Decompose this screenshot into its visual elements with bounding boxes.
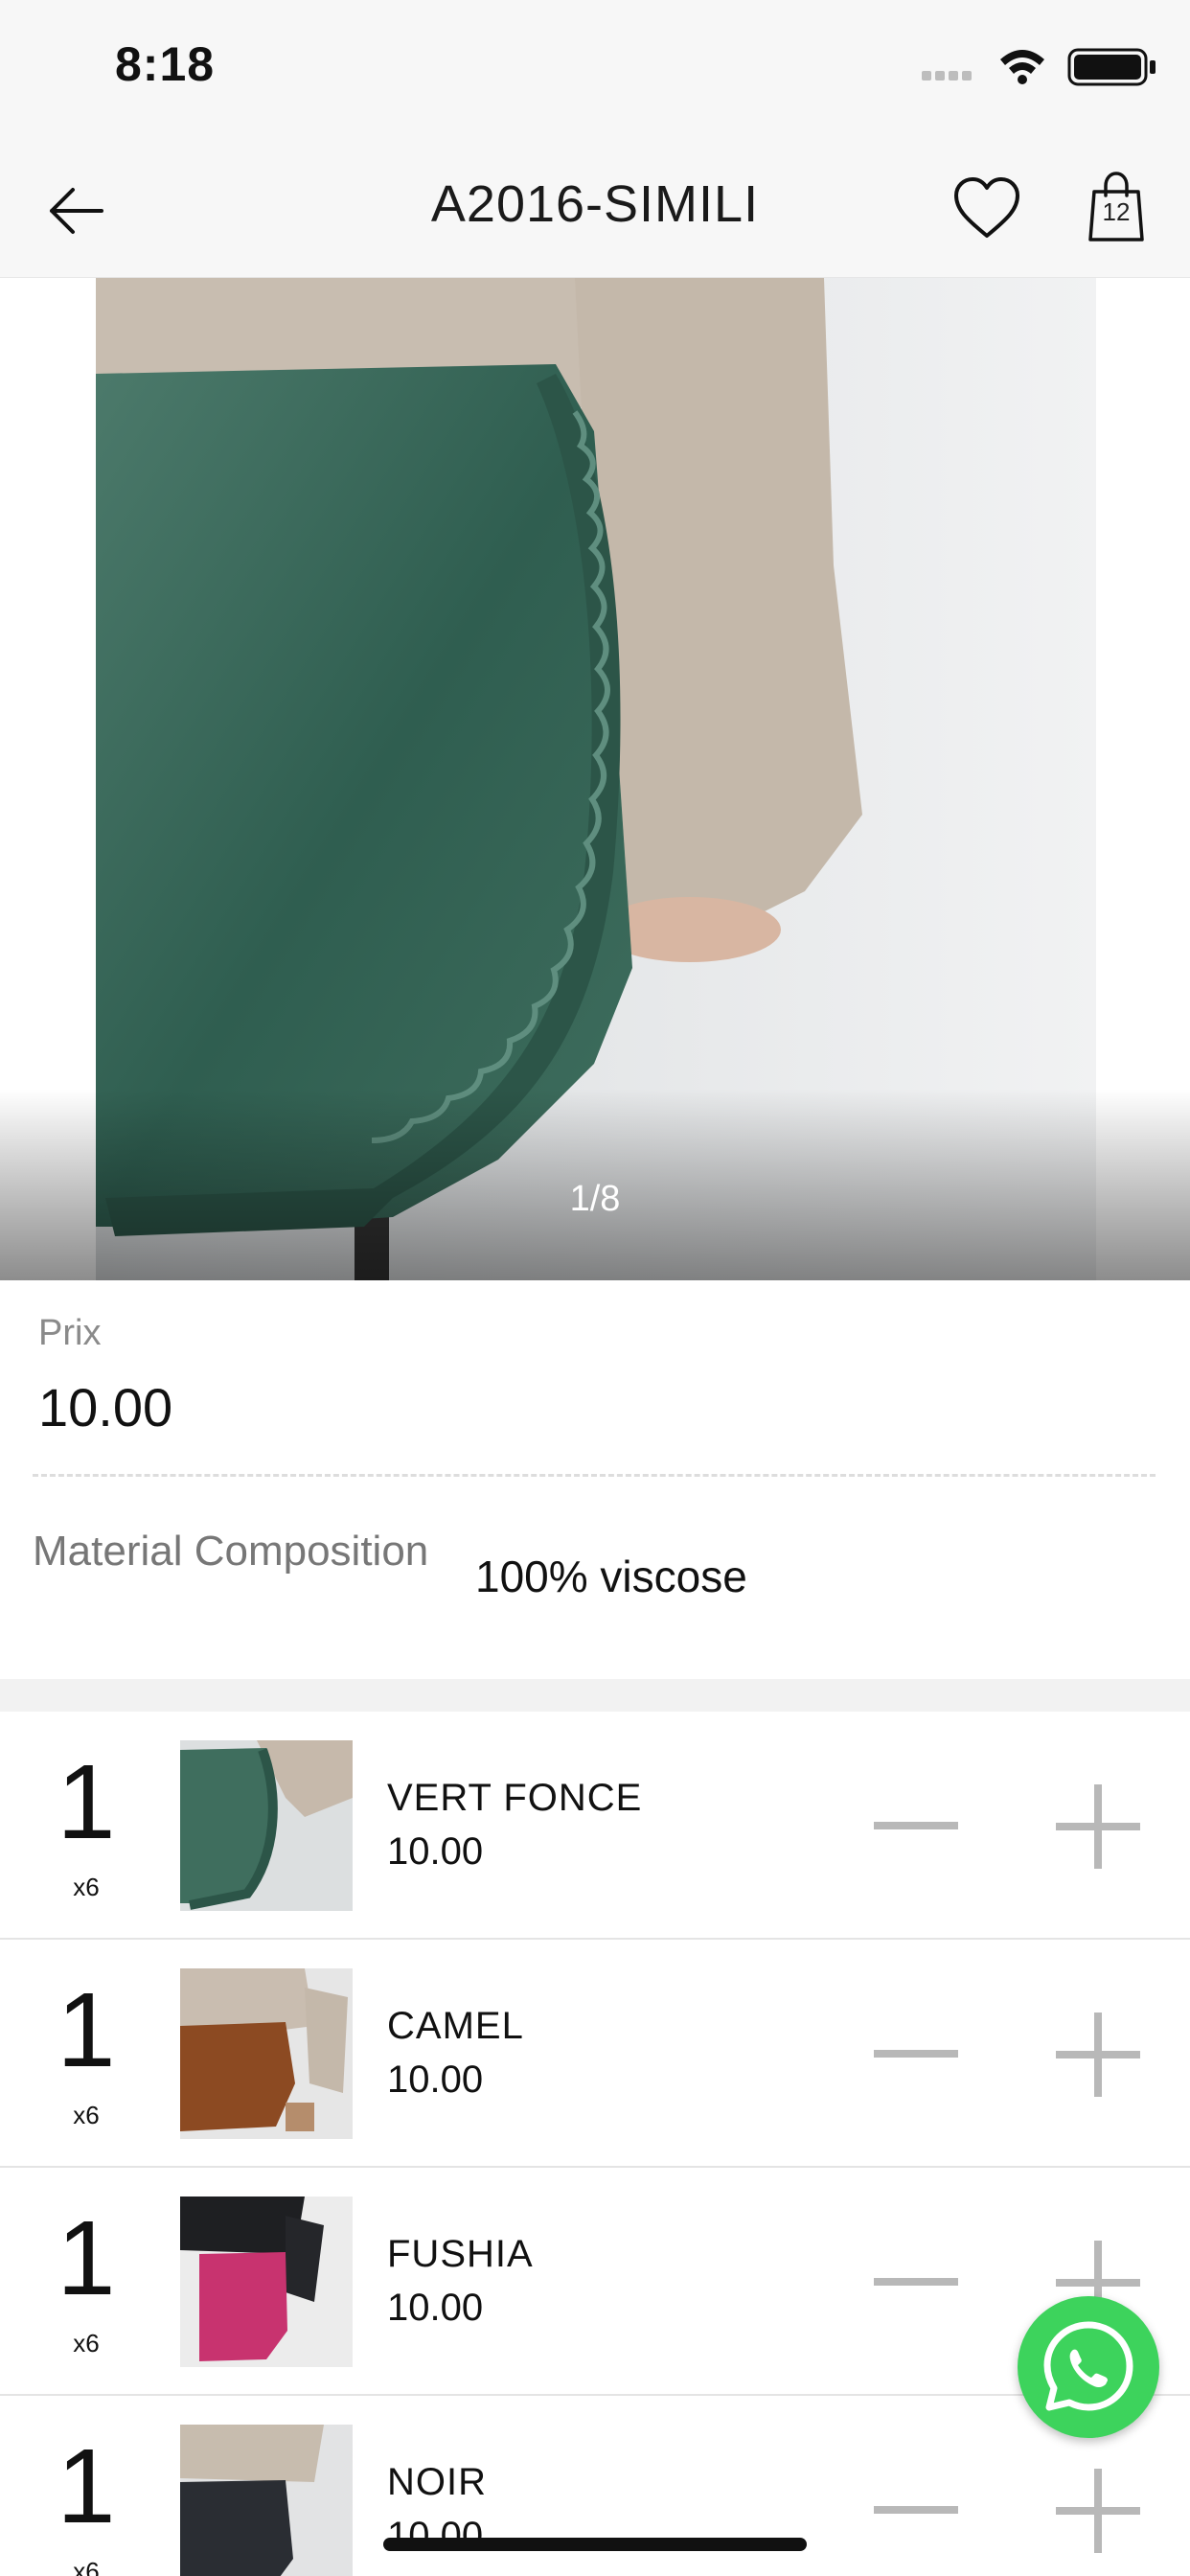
status-time: 8:18 [115, 37, 216, 91]
variant-thumbnail[interactable] [180, 1740, 353, 1911]
price-label: Prix [38, 1313, 102, 1353]
image-counter: 1/8 [569, 1179, 621, 1219]
battery-icon [1067, 48, 1156, 86]
product-photo [0, 278, 1190, 1280]
decrease-quantity-button[interactable] [868, 2020, 964, 2087]
variant-price: 10.00 [387, 2058, 484, 2101]
variant-multiplier: x6 [73, 2101, 100, 2129]
minus-icon [874, 2278, 958, 2286]
page-title: A2016-SIMILI [430, 175, 760, 233]
variant-multiplier: x6 [73, 1873, 100, 1901]
variant-multiplier: x6 [73, 2329, 100, 2358]
increase-quantity-button[interactable] [1050, 1779, 1146, 1874]
variant-thumbnail[interactable] [180, 2196, 353, 2367]
variant-quantity: 1 [57, 1971, 116, 2089]
variant-price: 10.00 [387, 2287, 484, 2329]
plus-icon [1056, 1784, 1140, 1869]
variant-multiplier: x6 [73, 2557, 100, 2576]
variant-name: CAMEL [387, 2005, 524, 2047]
decrease-quantity-button[interactable] [868, 1792, 964, 1859]
decrease-quantity-button[interactable] [868, 2476, 964, 2543]
section-separator [0, 1679, 1190, 1712]
home-indicator [383, 2538, 807, 2551]
variant-quantity: 1 [57, 2199, 116, 2317]
material-label: Material Composition [33, 1528, 429, 1575]
price-value: 10.00 [38, 1377, 173, 1438]
variant-quantity: 1 [57, 2427, 116, 2545]
increase-quantity-button[interactable] [1050, 2463, 1146, 2559]
dashed-divider [33, 1474, 1156, 1477]
variant-thumbnail[interactable] [180, 2425, 353, 2576]
variant-name: FUSHIA [387, 2233, 534, 2275]
minus-icon [874, 1822, 958, 1829]
status-bar: 8:18 [0, 0, 1190, 134]
heart-icon [954, 177, 1019, 238]
wifi-icon [1000, 50, 1044, 84]
increase-quantity-button[interactable] [1050, 2007, 1146, 2103]
variant-price: 10.00 [387, 1830, 484, 1873]
back-button[interactable] [38, 172, 115, 249]
variant-thumbnail[interactable] [180, 1968, 353, 2139]
variant-row-vert-fonce: 1 x6 VERT FONCE 10.00 [0, 1712, 1190, 1940]
variant-quantity: 1 [57, 1743, 116, 1861]
minus-icon [874, 2050, 958, 2058]
favorite-button[interactable] [949, 171, 1025, 247]
whatsapp-chat-button[interactable] [1018, 2296, 1159, 2438]
material-value: 100% viscose [475, 1552, 747, 1601]
arrow-left-icon [50, 188, 103, 234]
status-icons [914, 38, 1173, 96]
plus-icon [1056, 2012, 1140, 2097]
cellular-signal-icon [922, 71, 972, 80]
bag-count-badge: 12 [1102, 197, 1131, 226]
variant-name: NOIR [387, 2461, 487, 2503]
variant-row-fushia: 1 x6 FUSHIA 10.00 [0, 2168, 1190, 2396]
minus-icon [874, 2506, 958, 2514]
decrease-quantity-button[interactable] [868, 2248, 964, 2315]
price-section: Prix 10.00 [0, 1280, 1190, 1472]
shopping-bag-button[interactable]: 12 [1081, 169, 1152, 245]
variant-price: 10.00 [387, 2515, 484, 2557]
navigation-bar: A2016-SIMILI 12 [0, 134, 1190, 278]
whatsapp-icon [1043, 2321, 1133, 2411]
variant-name: VERT FONCE [387, 1777, 643, 1819]
product-image-gallery[interactable]: 1/8 [0, 278, 1190, 1280]
variant-row-camel: 1 x6 CAMEL 10.00 [0, 1940, 1190, 2168]
plus-icon [1056, 2469, 1140, 2553]
